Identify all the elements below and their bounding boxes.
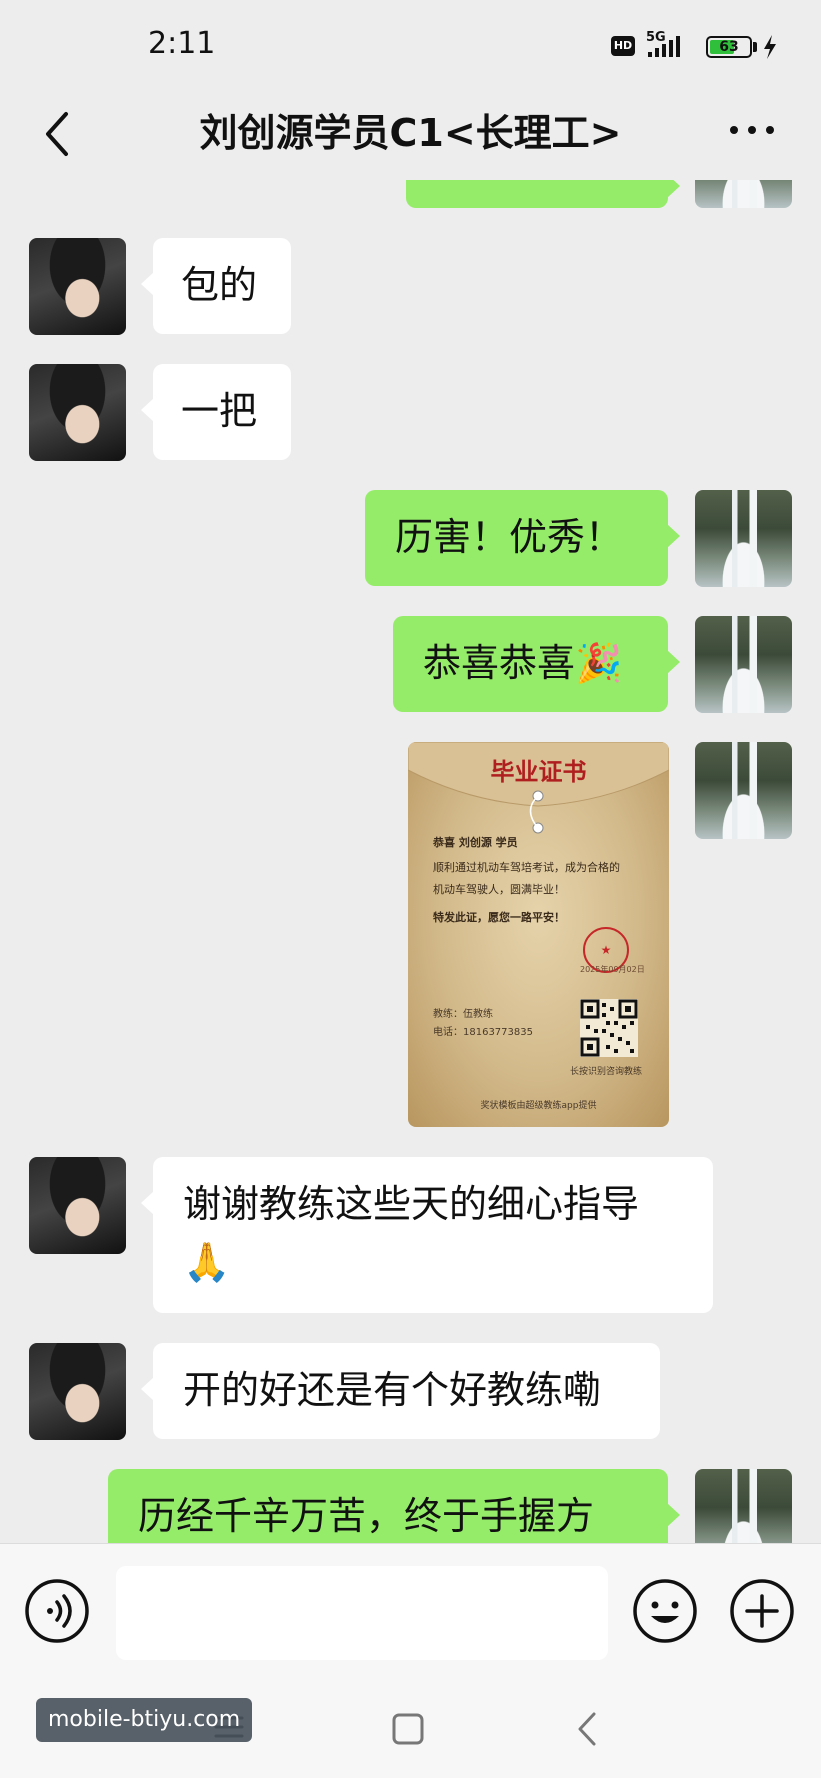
- self-avatar[interactable]: [695, 1469, 792, 1543]
- contact-avatar[interactable]: [29, 1343, 126, 1440]
- emoji-icon[interactable]: [632, 1578, 698, 1644]
- contact-avatar[interactable]: [29, 364, 126, 461]
- certificate-title: 毕业证书: [490, 758, 587, 786]
- certificate-recipient: 恭喜 刘创源 学员: [433, 836, 518, 849]
- message-bubble-incoming[interactable]: 一把: [141, 364, 291, 460]
- certificate-image[interactable]: 毕业证书 恭喜 刘创源 学员 顺利通过机动车驾培考试，成为合格的 机动车驾驶人，…: [408, 742, 669, 1127]
- certificate-footer: 奖状模板由超级教练app提供: [480, 1101, 597, 1111]
- folded-hands-emoji: 🙏: [183, 1240, 231, 1284]
- battery-cap: [753, 42, 757, 52]
- contact-avatar[interactable]: [29, 238, 126, 335]
- system-back-icon[interactable]: [574, 1710, 600, 1748]
- input-bar: [0, 1543, 821, 1678]
- self-avatar[interactable]: [695, 616, 792, 713]
- coach-phone: 电话：18163773835: [433, 1027, 533, 1038]
- charging-bolt-icon: [764, 35, 776, 59]
- message-bubble-outgoing[interactable]: 历经千辛万苦，终于手握方: [108, 1469, 680, 1543]
- message-text: 开的好还是有个好教练嘞: [183, 1368, 602, 1412]
- message-text: 历害！优秀！: [395, 515, 624, 559]
- message-bubble-incoming[interactable]: 包的: [141, 238, 291, 334]
- self-avatar[interactable]: [695, 180, 792, 208]
- certificate-blessing: 特发此证，愿您一路平安！: [433, 911, 565, 924]
- more-options-icon[interactable]: [728, 122, 776, 138]
- battery-percent: 63: [719, 39, 739, 55]
- home-icon[interactable]: [391, 1712, 425, 1746]
- status-bar: 2:11 HD 5G 63: [0, 0, 821, 90]
- message-bubble-outgoing[interactable]: 恭喜恭喜🎉: [393, 616, 680, 712]
- certificate-body-2: 机动车驾驶人，圆满毕业！: [433, 883, 565, 896]
- coach-name: 教练：伍教练: [433, 1009, 493, 1020]
- message-text: 一把: [181, 389, 258, 433]
- message-bubble-partial[interactable]: [406, 180, 680, 208]
- certificate-body-1: 顺利通过机动车驾培考试，成为合格的: [433, 861, 620, 874]
- message-bubble-outgoing[interactable]: 历害！优秀！: [365, 490, 680, 586]
- message-text: 恭喜恭喜: [423, 641, 576, 685]
- watermark-label: mobile-btiyu.com: [36, 1698, 253, 1742]
- string-tie-icon: [529, 790, 544, 834]
- hd-badge: HD: [611, 36, 635, 56]
- voice-input-icon[interactable]: [24, 1578, 90, 1644]
- message-text: 包的: [181, 263, 258, 307]
- contact-avatar[interactable]: [29, 1157, 126, 1254]
- message-text: 历经千辛万苦，终于手握方: [138, 1494, 595, 1538]
- add-more-icon[interactable]: [729, 1578, 795, 1644]
- qr-code-icon: [580, 999, 638, 1057]
- self-avatar[interactable]: [695, 742, 792, 839]
- message-bubble-incoming[interactable]: 谢谢教练这些天的细心指导 🙏: [141, 1157, 713, 1313]
- stamp-date: 2025年09月02日: [580, 965, 645, 974]
- qr-hint: 长按识别咨询教练: [570, 1067, 643, 1077]
- chat-screen: 2:11 HD 5G 63 刘创源学员C1<长理工> 包的 一把 历害！优秀！ …: [0, 0, 821, 1778]
- battery-indicator: 63: [706, 36, 752, 58]
- message-bubble-incoming[interactable]: 开的好还是有个好教练嘞: [141, 1343, 660, 1439]
- party-popper-emoji: 🎉: [575, 641, 623, 685]
- self-avatar[interactable]: [695, 490, 792, 587]
- message-text: 谢谢教练这些天的细心指导: [183, 1182, 640, 1226]
- status-time: 2:11: [148, 26, 216, 61]
- message-list[interactable]: 包的 一把 历害！优秀！ 恭喜恭喜🎉 毕业证书 恭喜 刘创源 学员 顺利通过机动…: [0, 180, 821, 1543]
- message-input[interactable]: [116, 1566, 608, 1660]
- chat-title: 刘创源学员C1<长理工>: [199, 111, 622, 155]
- chat-header: 刘创源学员C1<长理工>: [0, 90, 821, 186]
- signal-icon: [648, 36, 680, 57]
